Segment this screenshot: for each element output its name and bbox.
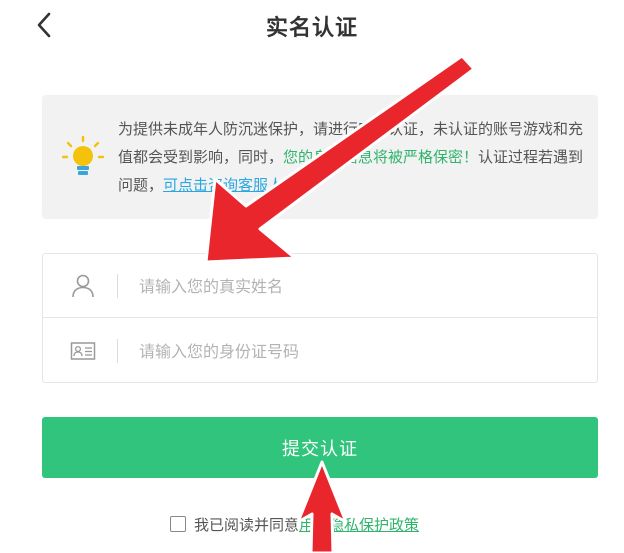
notice-box: 为提供未成年人防沉迷保护，请进行实名认证，未认证的账号游戏和充值都会受到影响，同…: [42, 95, 598, 219]
header: 实名认证: [0, 0, 624, 52]
privacy-policy-link[interactable]: 用户隐私保护政策: [299, 516, 419, 534]
id-row: [43, 319, 597, 383]
page-title: 实名认证: [265, 16, 358, 41]
user-icon: [72, 274, 94, 298]
real-name-input[interactable]: [139, 268, 579, 304]
agreement-prefix: 我已阅读并同意: [194, 516, 300, 534]
verification-form: [42, 253, 598, 383]
id-card-icon: [70, 342, 96, 360]
lightbulb-icon: [62, 135, 104, 175]
field-divider: [117, 274, 118, 298]
id-number-input[interactable]: [139, 333, 579, 369]
field-divider: [117, 339, 118, 363]
customer-service-link[interactable]: 可点击咨询客服人员: [163, 176, 298, 194]
submit-verification-button[interactable]: 提交认证: [42, 417, 598, 478]
agreement-text: 我已阅读并同意用户隐私保护政策: [194, 514, 419, 535]
agreement-checkbox[interactable]: [170, 516, 186, 532]
name-row: [43, 254, 597, 318]
notice-text: 为提供未成年人防沉迷保护，请进行实名认证，未认证的账号游戏和充值都会受到影响，同…: [118, 115, 584, 199]
notice-privacy-highlight: 您的身份信息将被严格保密！: [283, 148, 479, 166]
